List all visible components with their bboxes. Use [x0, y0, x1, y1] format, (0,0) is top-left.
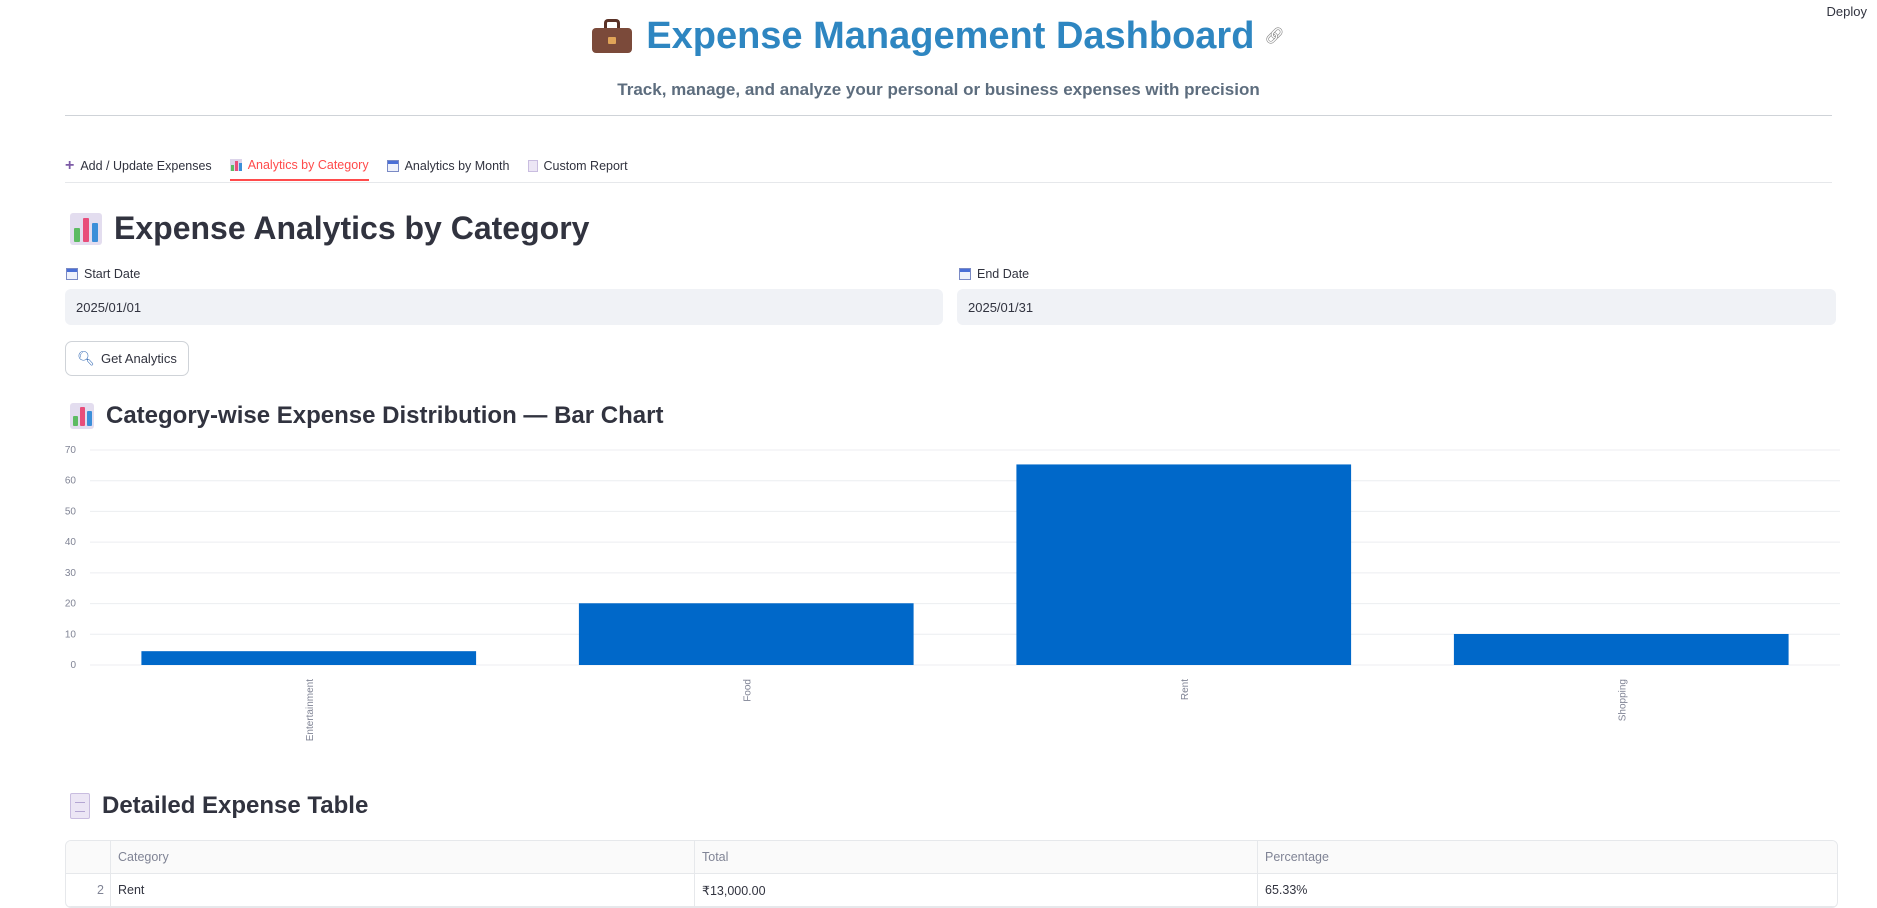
analytics-heading: Expense Analytics by Category — [70, 210, 589, 247]
y-tick-label: 10 — [65, 629, 77, 640]
total-header[interactable]: Total — [695, 841, 1258, 873]
chart-heading: Category-wise Expense Distribution — Bar… — [70, 402, 663, 430]
page-title: Expense Management Dashboard — [646, 14, 1255, 57]
row-category: Rent — [111, 874, 695, 906]
y-tick-label: 40 — [65, 537, 77, 548]
bar-chart-icon — [70, 403, 94, 429]
row-total: ₹13,000.00 — [695, 874, 1258, 906]
calendar-icon — [959, 268, 971, 280]
chart-heading-text: Category-wise Expense Distribution — Bar… — [106, 402, 664, 429]
tab-label: Custom Report — [543, 158, 628, 173]
index-header — [66, 841, 111, 873]
link-icon[interactable]: 🔗︎ — [1264, 26, 1284, 46]
table-heading-text: Detailed Expense Table — [102, 792, 369, 819]
table-heading: Detailed Expense Table — [70, 792, 368, 820]
y-tick-label: 30 — [65, 568, 77, 579]
page-header: Expense Management Dashboard 🔗︎ Track, m… — [0, 10, 1877, 100]
magnifier-icon: 🔍︎ — [77, 350, 95, 366]
tab-analytics-by-month[interactable]: Analytics by Month — [386, 150, 510, 181]
table-row[interactable]: 2 Rent ₹13,000.00 65.33% — [66, 874, 1837, 907]
percentage-header[interactable]: Percentage — [1258, 841, 1837, 873]
y-tick-label: 70 — [65, 445, 77, 456]
tab-label: Analytics by Category — [247, 157, 369, 172]
plus-icon: + — [65, 156, 75, 174]
row-percentage: 65.33% — [1265, 883, 1308, 897]
tab-custom-report[interactable]: Custom Report — [527, 150, 628, 181]
page-subtitle: Track, manage, and analyze your personal… — [617, 80, 1260, 99]
end-date-label: End Date — [959, 267, 1029, 281]
bar-chart-icon — [70, 212, 102, 245]
start-date-label: Start Date — [66, 267, 140, 281]
end-date-label-text: End Date — [977, 267, 1030, 281]
document-icon — [70, 793, 90, 819]
header-divider — [65, 115, 1832, 116]
briefcase-icon — [592, 19, 633, 53]
category-bar-chart: 0 10 20 30 40 50 60 70 Entertainment Food Rent Shop… — [65, 445, 1840, 741]
x-tick-label: Shopping — [1617, 679, 1628, 721]
bar-chart-icon — [229, 158, 242, 171]
analytics-heading-text: Expense Analytics by Category — [114, 210, 590, 246]
get-analytics-label: Get Analytics — [100, 351, 177, 366]
bar — [578, 603, 914, 665]
y-tick-label: 60 — [65, 476, 77, 487]
tab-label: Analytics by Month — [404, 158, 510, 173]
expense-table[interactable]: Category Total Percentage 2 Rent ₹13,000… — [65, 840, 1838, 908]
tab-label: Add / Update Expenses — [80, 158, 212, 173]
document-icon — [527, 159, 538, 172]
tab-analytics-by-category[interactable]: Analytics by Category — [229, 150, 369, 181]
table-header-row: Category Total Percentage — [66, 841, 1837, 874]
x-tick-label: Rent — [1180, 679, 1191, 700]
start-date-input[interactable] — [65, 289, 943, 325]
tab-bar: + Add / Update Expenses Analytics by Cat… — [65, 150, 1832, 183]
get-analytics-button[interactable]: 🔍︎ Get Analytics — [65, 341, 189, 376]
category-header[interactable]: Category — [111, 841, 695, 873]
x-tick-label: Food — [742, 679, 753, 702]
bar — [1453, 633, 1789, 665]
y-tick-label: 50 — [65, 506, 77, 517]
bar — [141, 651, 477, 665]
tab-add-update-expenses[interactable]: + Add / Update Expenses — [65, 150, 212, 181]
y-tick-label: 0 — [70, 660, 76, 671]
calendar-icon — [66, 268, 78, 280]
start-date-label-text: Start Date — [84, 267, 141, 281]
row-index: 2 — [66, 874, 111, 906]
end-date-input[interactable] — [957, 289, 1836, 325]
bar — [1016, 464, 1352, 665]
y-tick-label: 20 — [65, 599, 77, 610]
x-tick-label: Entertainment — [305, 679, 316, 741]
calendar-icon — [386, 159, 399, 172]
